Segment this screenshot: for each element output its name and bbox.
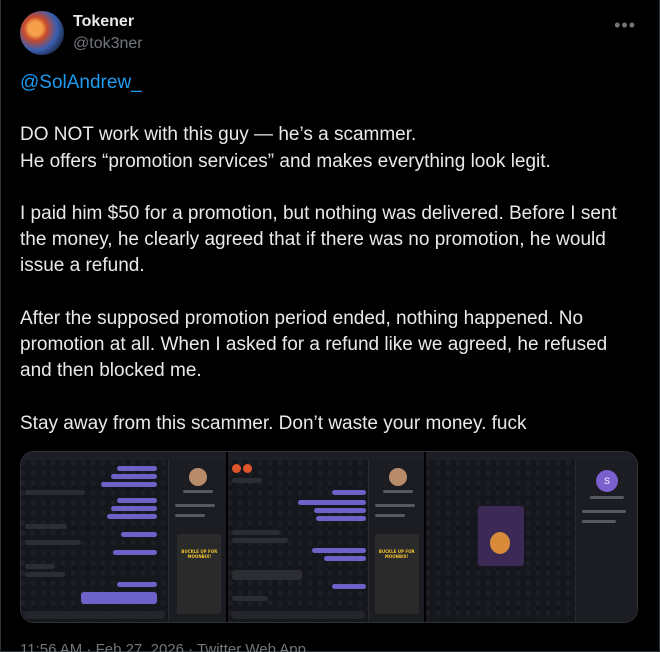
chat-bubble — [81, 592, 157, 604]
chat-bubble — [232, 538, 289, 543]
tweet-card: Tokener @tok3ner ••• @SolAndrew_ DO NOT … — [0, 0, 660, 652]
chat-bubble — [25, 490, 85, 495]
chat-topbar — [228, 452, 424, 460]
poster-text: BUCKLE UP FOR MOONBIX! — [181, 549, 218, 559]
chat-bubble — [25, 524, 67, 529]
chat-bubble — [232, 530, 281, 535]
user-avatar — [388, 468, 407, 486]
chat-bubble — [117, 466, 157, 471]
chat-bubble — [232, 596, 269, 601]
sticker-figure — [489, 532, 510, 554]
info-line — [374, 514, 405, 517]
tweet-meta[interactable]: 11:56 AM · Feb 27, 2026 · Twitter Web Ap… — [20, 641, 306, 652]
message-input — [231, 611, 365, 619]
chat-bubble — [107, 514, 157, 519]
info-line — [382, 490, 413, 493]
chat-bubble — [25, 564, 55, 569]
more-dots-icon[interactable]: ••• — [614, 15, 636, 36]
media-gallery: BUCKLE UP FOR MOONBIX! BUCKLE UP FOR MOO… — [20, 451, 638, 623]
info-line — [175, 514, 206, 517]
media-image-3[interactable]: S — [423, 452, 637, 622]
chat-bubble — [25, 540, 81, 545]
user-avatar: S — [596, 470, 618, 492]
poster-text: BUCKLE UP FOR MOONBIX! — [378, 549, 415, 559]
tweet-header: Tokener @tok3ner ••• — [20, 11, 640, 57]
chat-pane — [21, 460, 169, 622]
info-line — [374, 504, 415, 507]
chat-topbar — [425, 452, 637, 460]
info-line — [582, 520, 616, 523]
user-avatar — [189, 468, 208, 486]
chat-bubble — [113, 550, 157, 555]
info-line — [175, 504, 216, 507]
user-info-panel: S — [575, 460, 637, 622]
chat-bubble — [111, 474, 157, 479]
chat-pane — [228, 460, 368, 622]
chat-bubble — [25, 572, 65, 577]
chat-bubble — [101, 482, 157, 487]
tweet-text: @SolAndrew_ DO NOT work with this guy — … — [20, 70, 640, 437]
emoji-sticker — [243, 464, 253, 473]
chat-pane — [425, 460, 575, 622]
chat-bubble — [232, 478, 263, 483]
chat-bubble — [314, 508, 367, 513]
chat-topbar — [21, 452, 227, 460]
tweet-paragraph-2: I paid him $50 for a promotion, but noth… — [20, 202, 617, 277]
mention-link[interactable]: @SolAndrew_ — [20, 70, 640, 96]
chat-bubble — [332, 490, 367, 495]
author-handle[interactable]: @tok3ner — [73, 35, 143, 53]
info-line — [183, 490, 214, 493]
author-avatar[interactable] — [20, 11, 64, 55]
chat-bubble — [111, 506, 157, 511]
media-image-2[interactable]: BUCKLE UP FOR MOONBIX! — [226, 452, 424, 622]
author-name[interactable]: Tokener — [73, 13, 134, 31]
chat-bubble — [232, 570, 303, 580]
tweet-paragraph-1: DO NOT work with this guy — he’s a scamm… — [20, 124, 551, 172]
chat-bubble — [117, 582, 157, 587]
promo-poster: BUCKLE UP FOR MOONBIX! — [374, 534, 419, 614]
info-line — [590, 496, 624, 499]
promo-poster: BUCKLE UP FOR MOONBIX! — [177, 534, 222, 614]
chat-bubble — [121, 532, 157, 537]
media-image-1[interactable]: BUCKLE UP FOR MOONBIX! — [21, 452, 227, 622]
tweet-paragraph-3: After the supposed promotion period ende… — [20, 307, 608, 382]
chat-bubble — [312, 548, 367, 553]
chat-bubble — [324, 556, 367, 561]
emoji-sticker — [232, 464, 242, 473]
user-info-panel: BUCKLE UP FOR MOONBIX! — [168, 460, 227, 622]
chat-bubble — [332, 584, 367, 589]
message-input — [24, 611, 166, 619]
chat-bubble — [117, 498, 157, 503]
chat-bubble — [316, 516, 367, 521]
sticker-message — [477, 506, 524, 566]
tweet-paragraph-4: Stay away from this scammer. Don’t waste… — [20, 412, 527, 434]
chat-bubble — [298, 500, 367, 505]
info-line — [582, 510, 626, 513]
user-info-panel: BUCKLE UP FOR MOONBIX! — [367, 460, 424, 622]
